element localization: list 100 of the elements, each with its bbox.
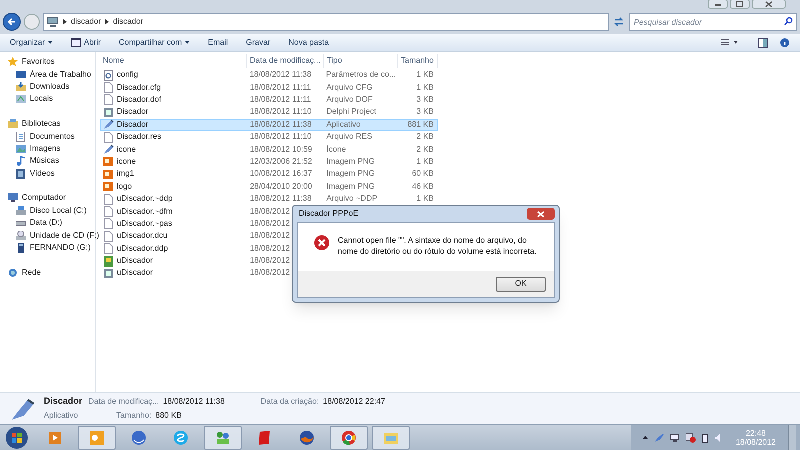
file-name: config: [117, 69, 138, 82]
date-cell: 18/08/2012 11:11: [250, 94, 312, 104]
view-options-icon: [720, 38, 740, 47]
file-row[interactable]: Discador.cfg 18/08/2012 11:11 Arquivo CFG 1 KB: [100, 81, 438, 94]
type-cell: Delphi Project: [326, 107, 376, 116]
file-type: Aplicativo: [44, 410, 80, 422]
file-name: Discador.dof: [117, 94, 162, 106]
type-cell: Arquivo CFG: [326, 82, 373, 92]
file-row[interactable]: Discador 18/08/2012 11:38 Aplicativo 881 KB: [100, 118, 438, 131]
toolbar-button[interactable]: Email: [208, 36, 228, 48]
sidebar-item[interactable]: Favoritos: [4, 56, 95, 68]
field-label: Tamanho:: [116, 410, 152, 422]
file-row[interactable]: uDiscador.~pas 18/08/2012: [100, 218, 438, 230]
date-cell: 18/08/2012: [250, 231, 290, 240]
close-button[interactable]: [527, 208, 555, 220]
search-icon: [784, 17, 793, 26]
type-cell: Arquivo ~DDP: [326, 194, 378, 204]
sidebar-item[interactable]: Área de Trabalho: [4, 68, 95, 81]
sidebar-item[interactable]: Documentos: [4, 130, 95, 143]
sidebar-item[interactable]: Vídeos: [4, 168, 95, 180]
date-cell: 18/08/2012 11:10: [250, 107, 312, 116]
size-cell: 3 KB: [416, 107, 434, 116]
size-cell: 1 KB: [416, 70, 434, 80]
toolbar-button[interactable]: Nova pasta: [288, 36, 330, 48]
file-row[interactable]: icone 12/03/2006 21:52 Imagem PNG 1 KB: [100, 156, 438, 168]
dialog-title: Discador PPPoE: [298, 208, 359, 220]
file-name: Discador: [117, 118, 149, 131]
sidebar-item[interactable]: Downloads: [4, 80, 95, 94]
clock-date: 18/08/2012: [736, 438, 776, 446]
file-name: uDiscador.~pas: [117, 218, 172, 230]
caret-icon: [185, 41, 190, 44]
taskbar-app-button[interactable]: [78, 426, 116, 450]
file-row[interactable]: uDiscador 18/08/2012: [100, 267, 438, 280]
file-icon: [103, 268, 114, 279]
sidebar-item[interactable]: Computador: [4, 192, 95, 205]
file-icon: [103, 256, 114, 267]
sidebar-item[interactable]: Bibliotecas: [4, 118, 95, 130]
disk-icon: [16, 206, 26, 216]
computer-icon: [8, 193, 18, 204]
computer-icon: [47, 17, 59, 27]
file-row[interactable]: img1 10/08/2012 16:37 Imagem PNG 60 KB: [100, 168, 438, 181]
sidebar-item[interactable]: FERNANDO (G:): [4, 242, 95, 254]
file-row[interactable]: config 18/08/2012 11:38 Parâmetros de co... 1 KB: [100, 69, 438, 82]
desktop-icon: [16, 70, 26, 80]
forward-button[interactable]: [24, 14, 40, 30]
file-row[interactable]: Discador.res 18/08/2012 11:10 Arquivo RES 2 KB: [100, 130, 438, 144]
file-row[interactable]: icone 18/08/2012 10:59 Ícone 2 KB: [100, 143, 438, 156]
search-field[interactable]: Pesquisar discador: [629, 13, 797, 31]
file-icon: [103, 144, 114, 156]
refresh-icon: [612, 15, 626, 29]
sidebar-item[interactable]: Rede: [4, 266, 95, 280]
file-name: img1: [117, 168, 134, 180]
file-icon: [103, 230, 114, 242]
field-value: 18/08/2012 11:38: [163, 396, 225, 408]
sidebar-item[interactable]: Músicas: [4, 155, 95, 168]
toolbar-button[interactable]: Compartilhar com: [119, 36, 190, 48]
help-icon: [780, 38, 790, 48]
taskbar-app-button[interactable]: [204, 426, 242, 450]
taskbar-app-button[interactable]: [372, 426, 410, 450]
file-name: icone: [117, 144, 136, 156]
sidebar-item[interactable]: Disco Local (C:): [4, 204, 95, 218]
error-message: Cannot open file "". A sintaxe do nome do arquivo, do nome do diretório ou do rótulo do volume está incorreta.: [338, 235, 538, 257]
date-cell: 18/08/2012 11:10: [250, 132, 312, 142]
size-cell: 881 KB: [408, 120, 434, 129]
size-cell: 60 KB: [412, 169, 434, 178]
toolbar-button[interactable]: Gravar: [246, 36, 271, 48]
back-button[interactable]: [3, 13, 21, 31]
size-cell: 3 KB: [416, 94, 434, 104]
column-header[interactable]: Tipo: [324, 54, 398, 68]
file-row[interactable]: Discador.dof 18/08/2012 11:11 Arquivo DOF 3 KB: [100, 94, 438, 106]
date-cell: 28/04/2010 20:00: [250, 182, 312, 191]
sidebar-item[interactable]: Data (D:): [4, 217, 95, 230]
address-field[interactable]: discador discador: [43, 13, 609, 31]
file-row[interactable]: logo 28/04/2010 20:00 Imagem PNG 46 KB: [100, 180, 438, 193]
file-row[interactable]: uDiscador.~ddp 18/08/2012 11:38 Arquivo ~DDP 1 KB: [100, 192, 438, 206]
toolbar-button[interactable]: Organizar: [10, 36, 54, 48]
breadcrumb[interactable]: discador: [71, 16, 102, 28]
show-hidden-icons-button[interactable]: [642, 436, 648, 439]
file-row[interactable]: uDiscador 18/08/2012: [100, 254, 438, 268]
column-header[interactable]: Data de modificaç...: [247, 54, 324, 68]
caret-icon: [48, 41, 54, 44]
music-icon: [16, 156, 26, 166]
column-header[interactable]: Nome: [100, 54, 247, 68]
sidebar-item[interactable]: Locais: [4, 93, 95, 106]
type-cell: Imagem PNG: [326, 182, 376, 191]
sidebar-item[interactable]: Imagens: [4, 142, 95, 156]
ok-button[interactable]: OK: [496, 276, 546, 292]
file-icon: [103, 94, 114, 106]
date-cell: 18/08/2012: [250, 256, 290, 266]
field-label: Data da criação:: [260, 396, 320, 408]
taskbar-app-button[interactable]: [330, 426, 368, 450]
show-desktop-button[interactable]: [788, 425, 796, 450]
toolbar-button[interactable]: Abrir: [71, 36, 102, 48]
size-cell: 2 KB: [416, 144, 434, 154]
breadcrumb[interactable]: discador: [113, 16, 144, 28]
date-cell: 18/08/2012 10:59: [250, 144, 312, 154]
file-icon: [103, 106, 114, 118]
file-row[interactable]: Discador 18/08/2012 11:10 Delphi Project 3 KB: [100, 106, 438, 119]
column-header[interactable]: Tamanho: [398, 54, 438, 68]
file-icon: [103, 168, 114, 180]
